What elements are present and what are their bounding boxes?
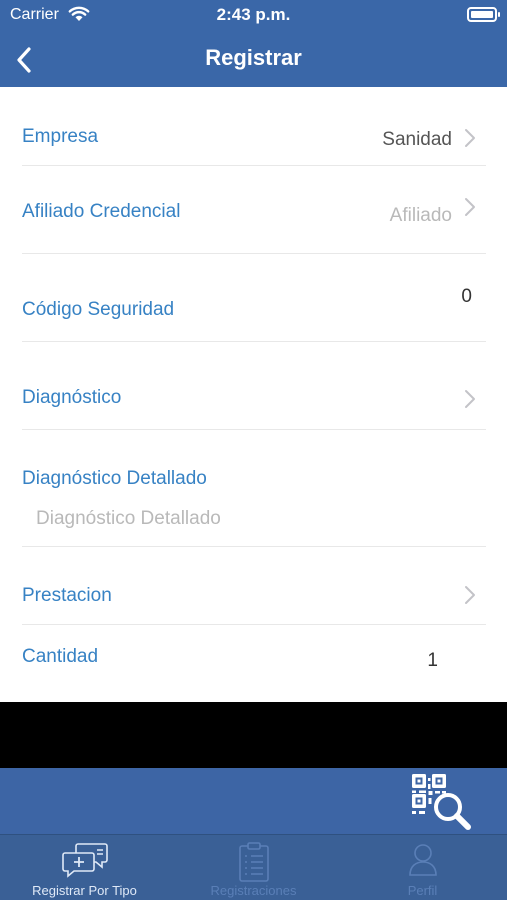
user-profile-icon bbox=[408, 844, 437, 876]
battery-icon bbox=[467, 7, 500, 22]
navigation-bar: Registrar bbox=[0, 32, 507, 87]
tab-perfil[interactable]: Perfil bbox=[338, 835, 507, 900]
codigo-seguridad-field[interactable]: 0 bbox=[461, 286, 472, 308]
tab-label: Registrar Por Tipo bbox=[32, 883, 137, 898]
empresa-value: Sanidad bbox=[382, 129, 452, 150]
status-bar: Carrier 2:43 p.m. bbox=[0, 0, 507, 32]
chevron-right-icon bbox=[465, 129, 475, 147]
page-title: Registrar bbox=[205, 45, 302, 70]
afiliado-credencial-row[interactable]: Afiliado Credencial Afiliado bbox=[22, 166, 486, 254]
diagnostico-row[interactable]: Diagnóstico bbox=[22, 342, 486, 430]
qr-search-icon bbox=[412, 774, 471, 830]
registration-form: Empresa Sanidad Afiliado Credencial Afil… bbox=[0, 87, 507, 702]
diagnostico-detallado-row[interactable]: Diagnóstico Detallado Diagnóstico Detall… bbox=[22, 430, 486, 547]
tab-label: Registraciones bbox=[210, 883, 297, 898]
codigo-seguridad-row[interactable]: Código Seguridad 0 bbox=[22, 254, 486, 342]
chevron-right-icon bbox=[465, 198, 475, 216]
chat-bubbles-icon bbox=[61, 843, 108, 878]
empresa-label: Empresa bbox=[22, 126, 99, 147]
cantidad-field[interactable]: 1 bbox=[427, 650, 438, 672]
tab-registraciones[interactable]: Registraciones bbox=[169, 835, 338, 900]
tab-label: Perfil bbox=[407, 883, 438, 898]
codigo-seguridad-label: Código Seguridad bbox=[22, 299, 175, 320]
diagnostico-label: Diagnóstico bbox=[22, 387, 122, 408]
chevron-right-icon bbox=[465, 586, 475, 604]
tab-bar: Registrar Por Tipo Registraciones Perfil bbox=[0, 834, 507, 900]
prestacion-label: Prestacion bbox=[22, 585, 112, 606]
afiliado-credencial-label: Afiliado Credencial bbox=[22, 201, 181, 222]
qr-scan-button[interactable] bbox=[408, 772, 474, 834]
cantidad-row[interactable]: Cantidad 1 bbox=[22, 625, 486, 702]
empresa-row[interactable]: Empresa Sanidad bbox=[22, 87, 486, 166]
cantidad-label: Cantidad bbox=[22, 646, 99, 667]
afiliado-credencial-field[interactable]: Afiliado bbox=[390, 205, 452, 227]
diagnostico-detallado-label: Diagnóstico Detallado bbox=[22, 468, 207, 489]
empty-area bbox=[0, 702, 507, 768]
chevron-right-icon bbox=[465, 390, 475, 408]
diagnostico-detallado-field[interactable]: Diagnóstico Detallado bbox=[36, 508, 221, 530]
prestacion-row[interactable]: Prestacion bbox=[22, 547, 486, 625]
status-time: 2:43 p.m. bbox=[216, 5, 291, 24]
clipboard-list-icon bbox=[238, 842, 269, 882]
tab-registrar-por-tipo[interactable]: Registrar Por Tipo bbox=[0, 835, 169, 900]
